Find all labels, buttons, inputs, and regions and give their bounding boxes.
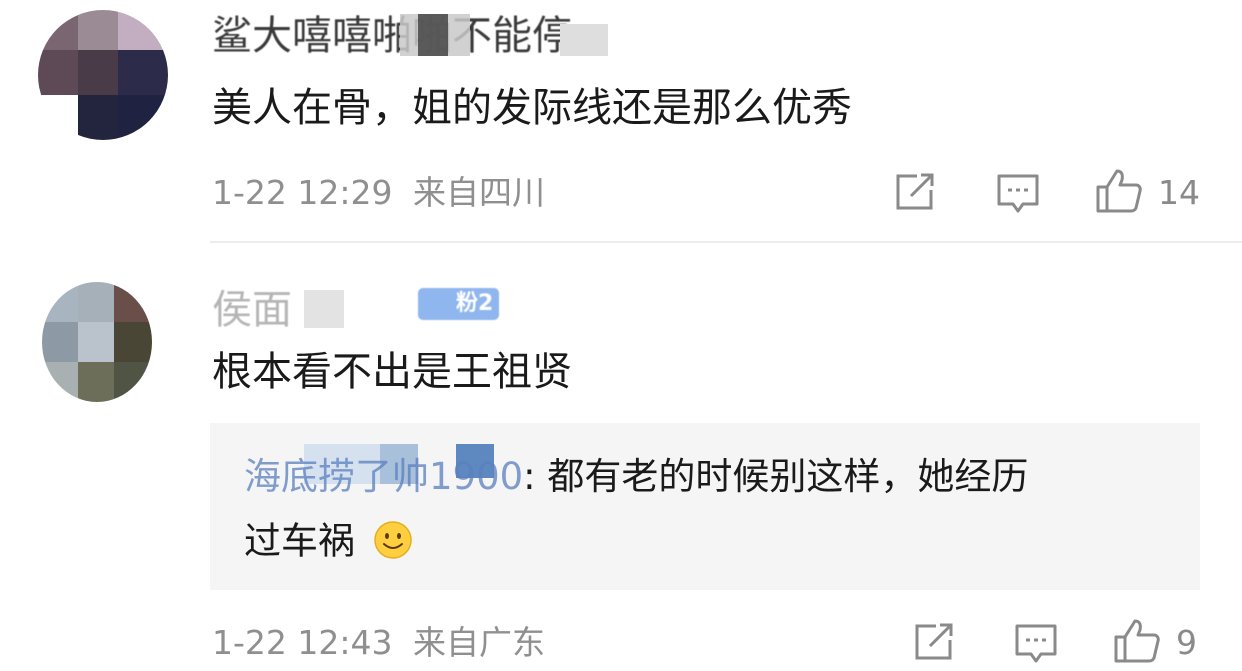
comment-meta: 1-22 12:29 来自四川 <box>212 176 545 209</box>
like-count: 9 <box>1176 623 1197 662</box>
reply-colon: : <box>523 455 536 498</box>
reply-text-2: 过车祸 <box>244 519 355 563</box>
share-icon <box>896 173 934 210</box>
thumbs-up-icon <box>1096 169 1142 213</box>
username-mosaic <box>304 290 344 328</box>
reply-line-1: 海底捞了帅1900: 都有老的时候别这样，她经历 <box>244 458 1028 495</box>
thumbs-up-icon <box>1114 619 1160 663</box>
smile-emoji <box>373 520 413 566</box>
share-button[interactable] <box>893 172 937 212</box>
comment-username[interactable]: 侯面 <box>212 290 292 330</box>
comment-meta: 1-22 12:43 来自广东 <box>212 626 545 659</box>
reply-button[interactable] <box>996 172 1040 216</box>
username-mosaic <box>418 14 448 56</box>
comment-time: 1-22 12:43 <box>212 623 393 662</box>
fan-badge[interactable]: 粉2 <box>418 288 500 320</box>
divider <box>210 241 1242 243</box>
reply-text: 都有老的时候别这样，她经历 <box>535 455 1029 498</box>
reply-line-2: 过车祸 <box>244 520 413 566</box>
avatar[interactable] <box>42 282 152 402</box>
username-mosaic <box>560 24 608 56</box>
reply-button[interactable] <box>1014 622 1058 666</box>
share-icon <box>915 623 953 660</box>
share-button[interactable] <box>912 622 956 662</box>
comment-icon <box>997 174 1039 213</box>
comment-time: 1-22 12:29 <box>212 173 393 212</box>
like-count: 14 <box>1158 173 1200 212</box>
like-button[interactable] <box>1113 618 1161 664</box>
avatar[interactable] <box>38 10 168 140</box>
comment-location: 来自四川 <box>413 173 545 212</box>
comment-username[interactable]: 鲨大嘻嘻啪啪不能停 <box>212 16 572 56</box>
comment-text: 根本看不出是王祖贤 <box>212 349 572 395</box>
like-button[interactable] <box>1095 168 1143 214</box>
comment-text: 美人在骨，姐的发际线还是那么优秀 <box>212 85 852 131</box>
comment-location: 来自广东 <box>413 623 545 662</box>
reply-author[interactable]: 海底捞了帅1900 <box>244 455 523 498</box>
comment-icon <box>1015 624 1057 663</box>
